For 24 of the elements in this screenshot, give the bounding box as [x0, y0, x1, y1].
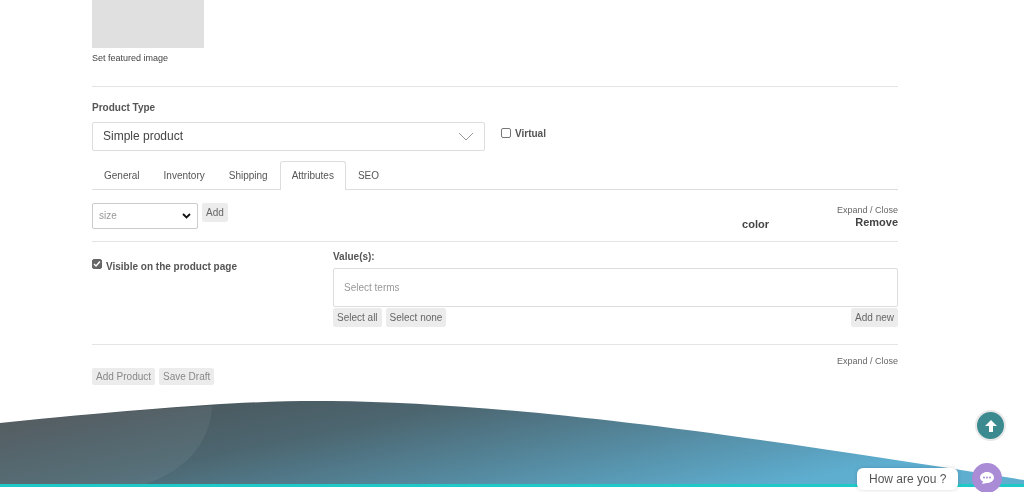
field-label: Value(s):	[333, 249, 376, 264]
expand-close-link[interactable]: Expand / Close	[836, 354, 898, 368]
chat-bubble[interactable]: How are you ?	[857, 468, 959, 490]
caret-icon	[182, 212, 191, 219]
select-button[interactable]: Select all	[333, 307, 382, 327]
scroll-to-top-button[interactable]	[975, 410, 1006, 441]
remove-link[interactable]: Remove	[855, 217, 898, 228]
add-button[interactable]: Add	[202, 202, 228, 222]
featured-image-link[interactable]: Set featured image	[92, 52, 898, 66]
chevron-down-icon	[458, 131, 474, 141]
checkbox[interactable]	[501, 128, 511, 138]
expand-close-link[interactable]: Expand / Close	[836, 203, 898, 217]
tab[interactable]: Attributes	[279, 160, 346, 190]
arrow-up-icon	[983, 418, 998, 433]
add-new-button[interactable]: Add new	[851, 307, 898, 327]
attribute-name: color	[742, 216, 769, 232]
field-label: Product Type	[92, 100, 157, 115]
chat-button[interactable]	[972, 463, 1002, 492]
checkbox-label: Virtual	[515, 126, 546, 141]
checkbox[interactable]	[92, 258, 102, 269]
chat-icon	[979, 471, 995, 485]
checkbox-label: Visible on the product page	[106, 259, 237, 274]
product-type-select[interactable]: Simple product	[92, 121, 485, 151]
select-button[interactable]: Select none	[385, 307, 447, 327]
